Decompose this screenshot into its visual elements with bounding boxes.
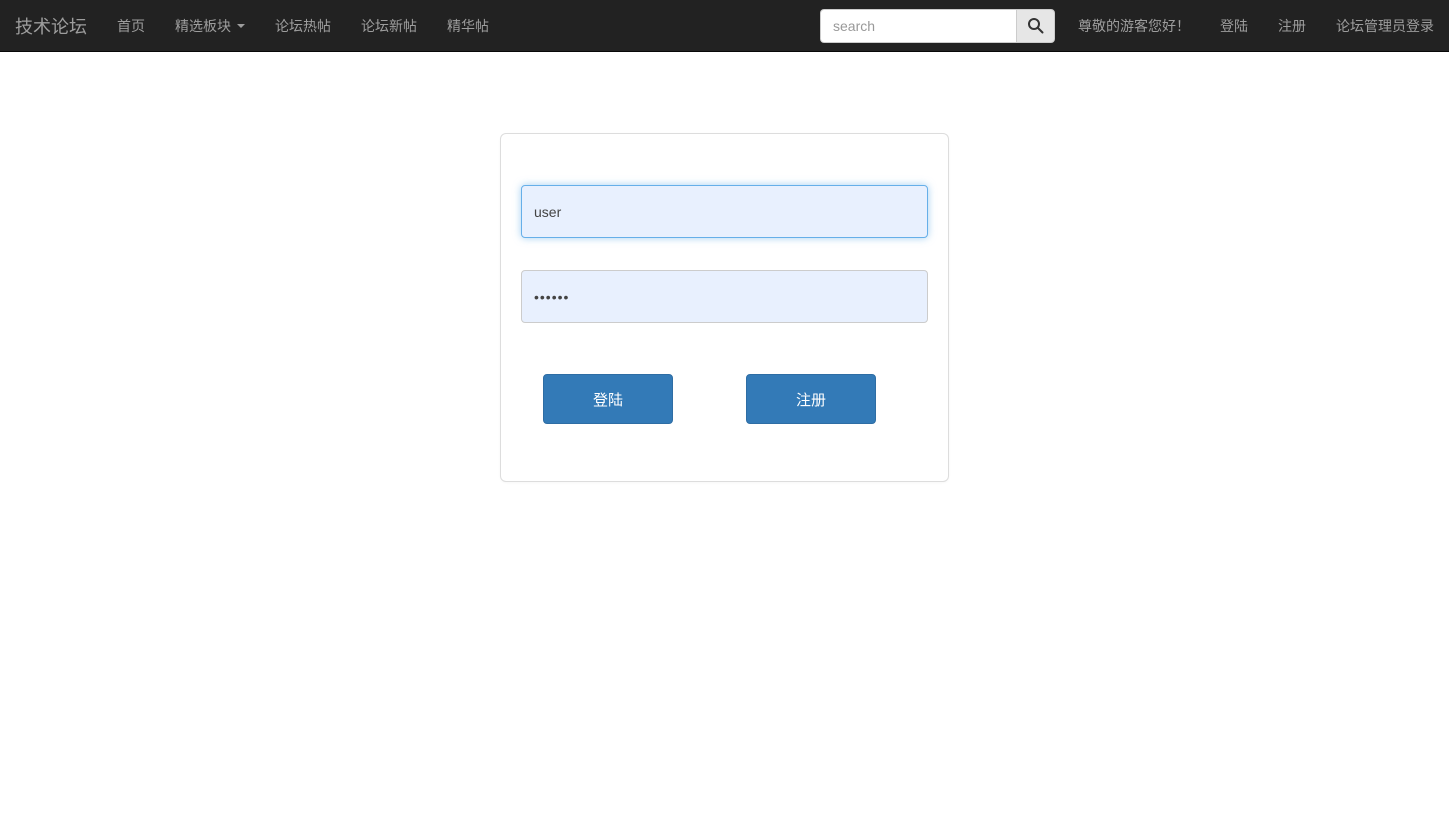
nav-item-label: 注册 xyxy=(1278,17,1306,34)
nav-item-hot-posts[interactable]: 论坛热帖 xyxy=(260,0,346,51)
search-button[interactable] xyxy=(1016,8,1055,43)
nav-item-new-posts[interactable]: 论坛新帖 xyxy=(346,0,432,51)
nav-item-label: 精选板块 xyxy=(175,17,231,34)
guest-greeting-label: 尊敬的游客您好！ xyxy=(1078,17,1190,34)
login-panel: 登陆 注册 xyxy=(500,133,949,482)
nav-item-label: 论坛新帖 xyxy=(361,17,417,34)
search-input[interactable] xyxy=(820,8,1016,43)
nav-item-featured-boards-dropdown[interactable]: 精选板块 xyxy=(160,0,260,51)
nav-item-label: 首页 xyxy=(117,17,145,34)
login-button[interactable]: 登陆 xyxy=(543,374,673,424)
search-form xyxy=(820,8,1055,43)
main-nav: 首页 精选板块 论坛热帖 论坛新帖 精华帖 xyxy=(102,0,504,51)
nav-item-home[interactable]: 首页 xyxy=(102,0,160,51)
login-button-row: 登陆 注册 xyxy=(543,374,928,424)
password-input[interactable] xyxy=(521,270,928,323)
guest-greeting: 尊敬的游客您好！ xyxy=(1063,0,1205,51)
nav-item-login[interactable]: 登陆 xyxy=(1205,0,1263,51)
search-icon xyxy=(1027,17,1044,34)
navbar-spacer xyxy=(504,0,820,51)
nav-item-label: 论坛热帖 xyxy=(275,17,331,34)
nav-item-register[interactable]: 注册 xyxy=(1263,0,1321,51)
nav-item-admin-login[interactable]: 论坛管理员登录 xyxy=(1321,0,1449,51)
register-button[interactable]: 注册 xyxy=(746,374,876,424)
top-navbar: 技术论坛 首页 精选板块 论坛热帖 论坛新帖 精华帖 search 尊敬的游客您… xyxy=(0,0,1449,52)
user-nav: 尊敬的游客您好！ 登陆 注册 论坛管理员登录 xyxy=(1063,0,1449,51)
nav-item-label: 论坛管理员登录 xyxy=(1336,17,1434,34)
nav-item-digest-posts[interactable]: 精华帖 xyxy=(432,0,504,51)
username-input[interactable] xyxy=(521,185,928,238)
nav-item-label: 登陆 xyxy=(1220,17,1248,34)
caret-down-icon xyxy=(237,23,245,28)
nav-item-label: 精华帖 xyxy=(447,17,489,34)
brand-logo[interactable]: 技术论坛 xyxy=(0,0,102,51)
